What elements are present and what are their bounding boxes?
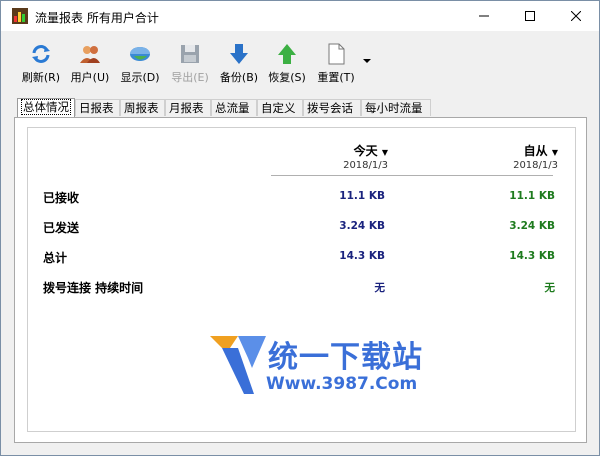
tab-daily[interactable]: 日报表: [75, 99, 120, 116]
arrow-up-icon: [278, 44, 296, 64]
document-icon: [328, 43, 345, 65]
sent-since: 3.24 KB: [509, 220, 555, 232]
row-label-received: 已接收: [43, 191, 80, 205]
display-icon: [130, 47, 150, 61]
today-date: 2018/1/3: [343, 160, 388, 171]
maximize-icon: [525, 11, 535, 21]
restore-button[interactable]: 恢复(S): [266, 43, 308, 89]
maximize-button[interactable]: [507, 1, 553, 31]
display-button[interactable]: 显示(D): [119, 43, 161, 89]
watermark-v-icon: [210, 336, 266, 394]
save-disk-icon: [181, 45, 199, 63]
tab-custom[interactable]: 自定义: [257, 99, 303, 116]
window-title: 流量报表 所有用户合计: [35, 11, 159, 25]
overview-panel: 今天 ▼ 2018/1/3 自从 ▼ 2018/1/3 已接收 11.1 KB …: [14, 117, 587, 443]
tab-weekly[interactable]: 周报表: [120, 99, 165, 116]
tab-overview[interactable]: 总体情况: [17, 98, 75, 117]
refresh-button[interactable]: 刷新(R): [21, 43, 61, 89]
arrow-down-icon: [230, 44, 248, 64]
reset-button[interactable]: 重置(T): [315, 43, 357, 89]
tab-monthly[interactable]: 月报表: [165, 99, 211, 116]
display-label: 显示(D): [120, 71, 160, 84]
received-since: 11.1 KB: [509, 190, 555, 202]
column-header-today[interactable]: 今天 ▼ 2018/1/3: [318, 142, 388, 171]
sort-arrow-icon: ▼: [381, 148, 388, 157]
column-header-since[interactable]: 自从 ▼ 2018/1/3: [488, 142, 558, 171]
toolbar: 刷新(R) 用户(U) 显示(D) 导出(E) 备份(B) 恢复(S) 重置(T…: [1, 31, 599, 91]
total-since: 14.3 KB: [509, 250, 555, 262]
tab-hourly[interactable]: 每小时流量: [361, 99, 431, 116]
received-today: 11.1 KB: [339, 190, 385, 202]
reset-label: 重置(T): [317, 71, 355, 84]
app-icon: [12, 8, 28, 24]
dial-duration-today: 无: [374, 282, 386, 294]
main-window: 流量报表 所有用户合计 刷新(R) 用户(U) 显示(D) 导出(E) 备份(B…: [0, 0, 600, 456]
users-icon: [80, 46, 100, 63]
backup-button[interactable]: 备份(B): [219, 43, 259, 89]
row-label-dial-duration: 拨号连接 持续时间: [43, 281, 144, 295]
export-label: 导出(E): [171, 71, 209, 84]
summary-table: 今天 ▼ 2018/1/3 自从 ▼ 2018/1/3 已接收 11.1 KB …: [27, 127, 576, 432]
dropdown-arrow-icon[interactable]: [361, 55, 373, 67]
refresh-label: 刷新(R): [21, 71, 61, 84]
backup-label: 备份(B): [219, 71, 259, 84]
sent-today: 3.24 KB: [339, 220, 385, 232]
users-label: 用户(U): [70, 71, 110, 84]
minimize-icon: [479, 15, 489, 17]
close-icon: [571, 11, 581, 21]
title-bar[interactable]: 流量报表 所有用户合计: [1, 1, 599, 31]
watermark-url: Www.3987.Com: [266, 374, 418, 394]
users-button[interactable]: 用户(U): [69, 43, 111, 89]
watermark-logo: 统一下载站 Www.3987.Com: [208, 328, 422, 400]
header-divider: [271, 175, 553, 176]
close-button[interactable]: [553, 1, 599, 31]
sort-arrow-icon: ▼: [551, 148, 558, 157]
row-label-total: 总计: [43, 251, 68, 265]
restore-label: 恢复(S): [268, 71, 306, 84]
total-today: 14.3 KB: [339, 250, 385, 262]
since-date: 2018/1/3: [513, 160, 558, 171]
tab-dial-sessions[interactable]: 拨号会话: [303, 99, 361, 116]
row-label-sent: 已发送: [43, 221, 80, 235]
dial-duration-since: 无: [544, 282, 556, 294]
minimize-button[interactable]: [461, 1, 507, 31]
watermark-text: 统一下载站: [268, 340, 423, 375]
tab-total[interactable]: 总流量: [211, 99, 257, 116]
export-button[interactable]: 导出(E): [169, 43, 211, 89]
refresh-icon: [32, 45, 50, 63]
